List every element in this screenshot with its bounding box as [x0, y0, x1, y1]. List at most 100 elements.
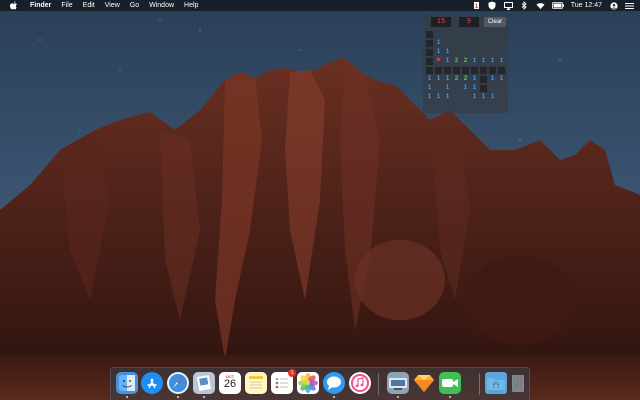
apple-icon[interactable]	[10, 1, 18, 11]
mine-cell	[434, 84, 443, 93]
mine-cell	[452, 84, 461, 93]
mine-cell: 1	[436, 76, 441, 82]
finder-running-indicator	[126, 396, 128, 398]
mine-cell	[479, 39, 488, 48]
calendar-day: 26	[223, 378, 237, 390]
mine-cell	[497, 48, 506, 57]
safari-running-indicator	[177, 396, 179, 398]
app-store-icon[interactable]	[141, 372, 163, 394]
wifi-icon[interactable]	[536, 1, 545, 10]
mine-cell: 1	[490, 58, 495, 64]
menu-app-name[interactable]: Finder	[26, 0, 56, 11]
mine-cell	[479, 102, 488, 111]
downloads-folder-icon[interactable]	[485, 372, 507, 394]
mine-cell: 1	[445, 85, 450, 91]
mine-cell[interactable]	[452, 66, 461, 75]
battery-icon[interactable]	[551, 1, 564, 10]
mine-cell[interactable]	[425, 66, 434, 75]
mine-cell	[497, 39, 506, 48]
mine-cell: 1	[481, 58, 486, 64]
menu-go[interactable]: Go	[125, 0, 144, 11]
mine-cell	[470, 102, 479, 111]
mine-cell[interactable]	[425, 48, 434, 57]
mine-cell	[497, 84, 506, 93]
mine-cell[interactable]	[497, 66, 506, 75]
mine-cell	[443, 39, 452, 48]
menu-view[interactable]: View	[100, 0, 125, 11]
menu-bar: Finder File Edit View Go Window Help 1 T…	[0, 0, 640, 11]
mine-cell[interactable]	[488, 66, 497, 75]
clear-button[interactable]: Clear	[484, 17, 506, 27]
photos-icon[interactable]	[297, 372, 319, 394]
facetime-icon[interactable]	[439, 372, 461, 394]
dock: OCT 26 1	[110, 367, 530, 400]
notification-center-icon[interactable]	[625, 1, 634, 10]
mine-cell: 1	[436, 40, 441, 46]
menu-file[interactable]: File	[56, 0, 77, 11]
mine-cell: 1	[472, 76, 477, 82]
sketch-icon[interactable]	[413, 372, 435, 394]
image-capture-icon[interactable]	[387, 372, 409, 394]
mine-cell: 1	[481, 94, 486, 100]
reminders-icon[interactable]: 1	[271, 369, 296, 394]
mine-cell	[443, 30, 452, 39]
mine-cell	[479, 30, 488, 39]
mine-cell: 1	[499, 76, 504, 82]
mine-cell	[461, 39, 470, 48]
mine-cell[interactable]	[479, 75, 488, 84]
mine-cell[interactable]	[425, 39, 434, 48]
mine-cell	[470, 48, 479, 57]
trash-icon[interactable]	[507, 372, 529, 394]
desktop-wallpaper	[0, 0, 640, 400]
mine-cell	[452, 39, 461, 48]
dock-separator	[378, 373, 379, 395]
mine-cell: 2	[454, 76, 459, 82]
menu-window[interactable]: Window	[144, 0, 179, 11]
mine-cell	[461, 93, 470, 102]
mine-cell: 1	[463, 85, 468, 91]
mine-cell[interactable]	[479, 84, 488, 93]
menu-help[interactable]: Help	[179, 0, 203, 11]
mine-cell[interactable]	[479, 66, 488, 75]
mine-cell	[497, 93, 506, 102]
itunes-icon[interactable]	[349, 372, 371, 394]
finder-icon[interactable]	[116, 372, 138, 394]
calendar-icon[interactable]: OCT 26	[219, 372, 241, 394]
airplay-icon[interactable]	[503, 1, 513, 10]
mine-cell[interactable]	[470, 66, 479, 75]
mine-cell[interactable]	[425, 57, 434, 66]
mine-cell: 2	[454, 58, 459, 64]
mine-cell	[452, 30, 461, 39]
mine-cell: 1	[490, 76, 495, 82]
mine-cell	[488, 84, 497, 93]
mine-cell[interactable]	[461, 66, 470, 75]
minesweeper-header: 15 9 Clear	[423, 15, 508, 29]
messages-icon[interactable]	[323, 372, 345, 394]
mine-cell[interactable]	[425, 30, 434, 39]
mine-cell: 1	[472, 58, 477, 64]
mine-cell: 1	[427, 76, 432, 82]
flag-icon[interactable]: ⚑	[434, 57, 443, 66]
mine-cell	[497, 102, 506, 111]
safari-icon[interactable]	[167, 372, 189, 394]
mine-cell[interactable]	[443, 66, 452, 75]
mines-status-icon[interactable]: 1	[472, 1, 481, 10]
bluetooth-icon[interactable]	[520, 1, 529, 10]
mine-cell	[488, 39, 497, 48]
minesweeper-widget: 15 9 Clear 1 1 1 ⚑ 1 2 2 1 1 1 1 1 1 1 2 2 1 1 1 1 1 1 1 1 1 1 1 1 1	[423, 15, 508, 113]
mine-cell	[434, 30, 443, 39]
mine-cell: 1	[445, 49, 450, 55]
facetime-running-indicator	[449, 396, 451, 398]
menu-edit[interactable]: Edit	[78, 0, 100, 11]
image-capture-running-indicator	[397, 396, 399, 398]
mine-cell: 1	[472, 85, 477, 91]
notes-icon[interactable]	[245, 372, 267, 394]
mine-cell	[470, 39, 479, 48]
user-account-icon[interactable]	[609, 1, 618, 10]
preview-running-indicator	[203, 396, 205, 398]
mine-cell[interactable]	[434, 66, 443, 75]
vpn-shield-icon[interactable]	[488, 1, 497, 10]
preview-icon[interactable]	[193, 372, 215, 394]
menu-clock[interactable]: Tue 12:47	[571, 0, 602, 11]
mine-cell	[452, 48, 461, 57]
